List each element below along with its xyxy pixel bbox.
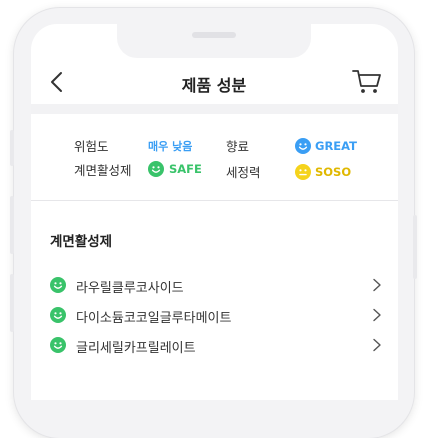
- smiley-blue-icon: [295, 138, 311, 154]
- phone-side-button: [10, 196, 14, 254]
- phone-notch: [117, 24, 311, 58]
- ingredient-name: 글리세릴카프릴레이트: [76, 341, 196, 356]
- risk-label: 위험도: [74, 139, 109, 154]
- ingredient-name: 라우릴클루코사이드: [76, 281, 184, 296]
- ingredient-summary: [31, 114, 398, 201]
- section-divider: [31, 104, 398, 114]
- section-title: 계면활성제: [50, 234, 113, 250]
- chevron-right-icon: [373, 338, 381, 352]
- surfactant-grade: SAFE: [169, 162, 202, 176]
- cart-icon[interactable]: [352, 69, 382, 95]
- ingredient-name: 다이소듐코코일글루타메이트: [76, 311, 232, 326]
- cleansing-grade: SOSO: [315, 165, 352, 179]
- smiley-green-icon: [50, 337, 66, 353]
- phone-side-button: [10, 130, 14, 166]
- risk-value: 매우 낮음: [148, 140, 193, 153]
- surfactant-label: 계면활성제: [74, 163, 132, 178]
- phone-side-button: [10, 274, 14, 332]
- smiley-green-icon: [148, 161, 164, 177]
- neutral-yellow-icon: [295, 164, 311, 180]
- list-item[interactable]: 라우릴클루코사이드: [50, 276, 382, 296]
- fragrance-label: 향료: [226, 139, 250, 154]
- list-item[interactable]: 글리세릴카프릴레이트: [50, 336, 382, 356]
- list-item[interactable]: 다이소듐코코일글루타메이트: [50, 306, 382, 326]
- smiley-green-icon: [50, 307, 66, 323]
- chevron-right-icon: [373, 278, 381, 292]
- phone-side-button: [413, 215, 417, 279]
- phone-speaker: [192, 32, 236, 38]
- cleansing-label: 세정력: [226, 165, 261, 180]
- smiley-green-icon: [50, 277, 66, 293]
- chevron-right-icon: [373, 308, 381, 322]
- fragrance-grade: GREAT: [315, 139, 358, 153]
